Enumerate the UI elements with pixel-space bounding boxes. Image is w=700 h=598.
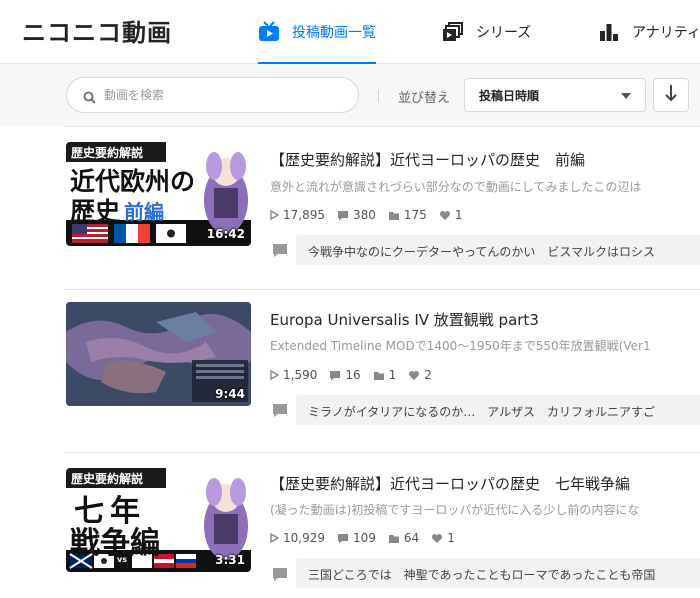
- caret-down-icon: [621, 93, 631, 99]
- view-count: 17,895: [283, 208, 325, 222]
- mylist-stat: 1: [373, 368, 397, 382]
- views-stat: 17,895: [270, 208, 325, 222]
- search-icon: [83, 89, 96, 104]
- heart-icon: [409, 370, 420, 380]
- views-stat: 10,929: [270, 531, 325, 545]
- mylist-stat: 64: [388, 531, 419, 545]
- latest-comments: 三国どころでは 神聖であったこともローマであったことも帝国: [296, 558, 700, 588]
- video-description: 意外と流れが意識されづらい部分なので動画にしてみましたこの辺は: [270, 180, 642, 194]
- thumbnail-vs-label: vs: [117, 555, 127, 564]
- play-icon: [270, 210, 279, 220]
- thumbnail-headline-3: 前編: [124, 200, 164, 224]
- mylist-stat: 175: [388, 208, 427, 222]
- comment-icon: [338, 533, 348, 543]
- sort-dropdown-value: 投稿日時順: [479, 88, 540, 103]
- heart-icon: [439, 210, 450, 220]
- latest-comments-icon: [272, 243, 288, 262]
- video-row: 歴史要約解説 近代欧州の 歴史 前編 16:42 【歴史要約解説】近代ヨーロッパ…: [0, 126, 700, 290]
- video-duration: 16:42: [206, 227, 245, 241]
- mylist-count: 175: [403, 208, 427, 222]
- video-row: 9:44 Europa Universalis IV 放置観戦 part3 Ex…: [0, 289, 700, 453]
- sort-dropdown[interactable]: 投稿日時順: [464, 78, 646, 112]
- view-count: 1,590: [283, 368, 318, 382]
- video-description: (凝った動画は)初投稿ですヨーロッパが近代に入る少し前の内容にな: [270, 503, 640, 517]
- folder-icon: [388, 211, 399, 220]
- toolbar-divider: [378, 90, 379, 102]
- tab-analytics-label: アナリティ: [632, 25, 700, 41]
- search-input[interactable]: [104, 88, 344, 102]
- mylist-count: 64: [403, 531, 420, 545]
- latest-comments-icon: [272, 567, 288, 586]
- thumbnail-headline-2: 歴史: [70, 197, 121, 226]
- bar-chart-icon: [598, 21, 620, 43]
- comments-stat: 109: [337, 531, 376, 545]
- tab-series-label: シリーズ: [476, 25, 532, 41]
- view-count: 10,929: [283, 531, 325, 545]
- latest-comments: ミラノがイタリアになるのか… アルザス カリフォルニアすご: [296, 395, 700, 425]
- video-title[interactable]: Europa Universalis IV 放置観戦 part3: [270, 309, 539, 330]
- latest-comments: 今戦争中なのにクーデターやってんのかい ビスマルクはロシス: [296, 235, 700, 265]
- tv-icon: [258, 21, 280, 43]
- video-duration: 9:44: [215, 387, 245, 401]
- row-divider: [64, 126, 700, 127]
- video-stats: 17,895 380 175 1: [270, 208, 462, 222]
- likes-stat: 1: [431, 531, 455, 545]
- row-divider: [64, 289, 700, 290]
- comment-count: 16: [345, 368, 361, 382]
- video-description: Extended Timeline MODで1400～1950年まで550年放置…: [270, 339, 651, 353]
- video-title[interactable]: 【歴史要約解説】近代ヨーロッパの歴史 七年戦争編: [270, 473, 630, 494]
- sort-order-button[interactable]: [653, 78, 689, 112]
- comments-stat: 16: [329, 368, 361, 382]
- tab-uploaded-videos-label: 投稿動画一覧: [292, 25, 376, 41]
- arrow-down-icon: [664, 84, 678, 106]
- play-icon: [270, 370, 279, 380]
- search-box[interactable]: [66, 77, 359, 113]
- filter-toolbar: 並び替え 投稿日時順: [0, 64, 700, 126]
- tab-analytics[interactable]: アナリティ: [598, 0, 700, 64]
- folder-icon: [373, 371, 384, 380]
- niconico-logo[interactable]: ニコニコ動画: [22, 13, 172, 48]
- views-stat: 1,590: [270, 368, 317, 382]
- row-divider: [64, 452, 700, 453]
- video-stats: 1,590 16 1 2: [270, 368, 432, 382]
- likes-stat: 2: [408, 368, 432, 382]
- comment-icon: [338, 210, 348, 220]
- video-row: 歴史要約解説 七年 戦争編 vs 3:31 【歴史要約解説】近代ヨーロッパの歴史…: [0, 452, 700, 598]
- thumbnail-headline-2: 戦争編: [70, 526, 160, 561]
- video-title[interactable]: 【歴史要約解説】近代ヨーロッパの歴史 前編: [270, 149, 585, 170]
- tab-uploaded-videos[interactable]: 投稿動画一覧: [258, 0, 376, 65]
- comments-stat: 380: [337, 208, 376, 222]
- likes-stat: 1: [439, 208, 463, 222]
- sort-label: 並び替え: [398, 91, 451, 106]
- video-stats: 10,929 109 64 1: [270, 531, 455, 545]
- video-thumbnail[interactable]: 9:44: [66, 302, 251, 406]
- latest-comments-icon: [272, 403, 288, 422]
- folder-icon: [388, 534, 399, 543]
- comment-count: 380: [353, 208, 376, 222]
- top-header: ニコニコ動画 投稿動画一覧 シリーズ アナリティ: [0, 0, 700, 65]
- video-thumbnail[interactable]: 歴史要約解説 七年 戦争編 vs 3:31: [66, 468, 251, 572]
- series-icon: [442, 21, 464, 43]
- thumbnail-banner: 歴史要約解説: [71, 146, 144, 160]
- play-icon: [270, 533, 279, 543]
- comment-icon: [330, 370, 341, 380]
- video-duration: 3:31: [215, 553, 245, 567]
- like-count: 1: [454, 208, 463, 222]
- like-count: 1: [447, 531, 455, 545]
- thumbnail-banner: 歴史要約解説: [71, 472, 144, 486]
- heart-icon: [432, 533, 443, 543]
- video-thumbnail[interactable]: 歴史要約解説 近代欧州の 歴史 前編 16:42: [66, 142, 251, 246]
- like-count: 2: [424, 368, 432, 382]
- comment-count: 109: [353, 531, 376, 545]
- mylist-count: 1: [388, 368, 397, 382]
- tab-series[interactable]: シリーズ: [442, 0, 531, 64]
